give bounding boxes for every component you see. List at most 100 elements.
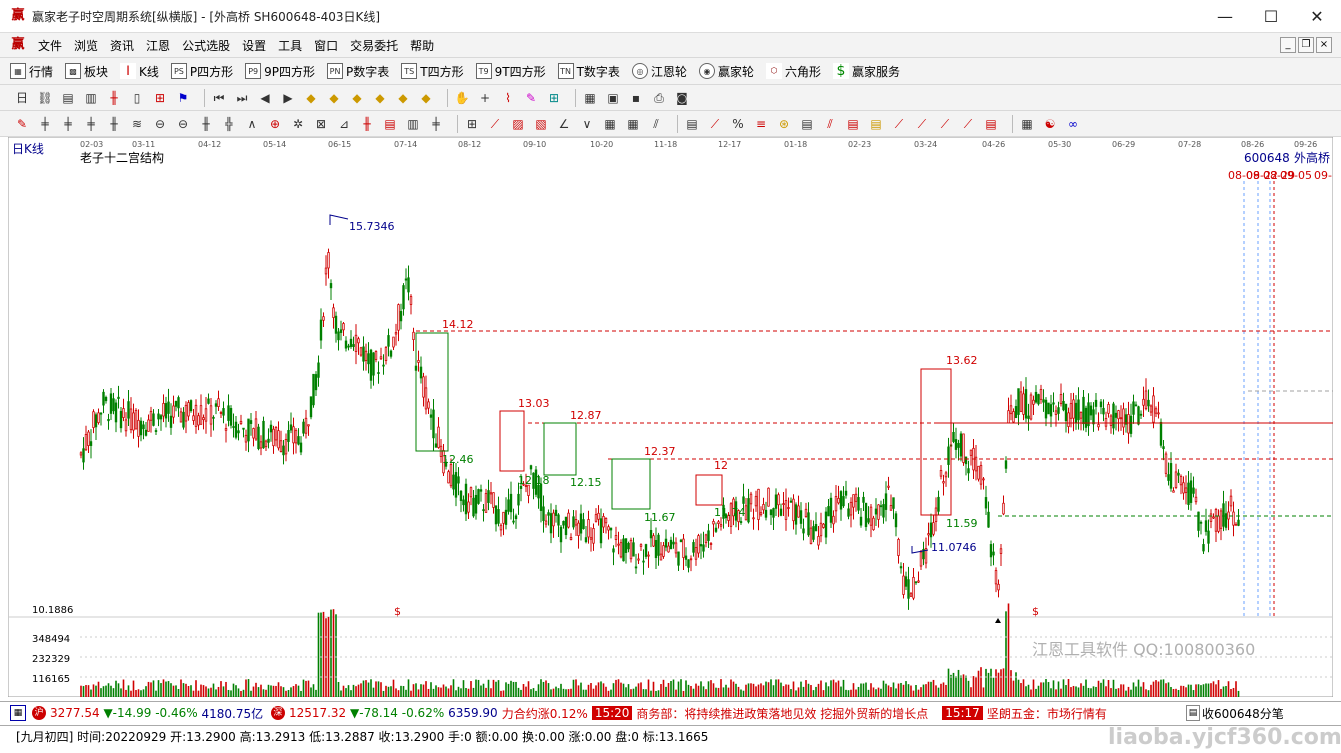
diamond-3-icon[interactable]: ◆ [349,90,365,106]
hand-icon[interactable]: ✋ [454,90,470,106]
toolbar-quotes-button[interactable]: ▦ 行情 [6,63,53,80]
tool-24-icon[interactable]: ∨ [579,116,595,132]
tool-11-icon[interactable]: ⊕ [267,116,283,132]
mdi-restore-button[interactable]: ❐ [1298,37,1314,53]
tool-10-icon[interactable]: ∧ [244,116,260,132]
first-icon[interactable]: ⏮ [211,90,227,106]
toolbar-sector-button[interactable]: ▩ 板块 [61,63,108,80]
tool-22-icon[interactable]: ▧ [533,116,549,132]
tool-17-icon[interactable]: ▥ [405,116,421,132]
tool-3-icon[interactable]: ╪ [83,116,99,132]
tool-32-icon[interactable]: ▤ [799,116,815,132]
tool-6-icon[interactable]: ⊖ [152,116,168,132]
menu-settings[interactable]: 设置 [236,37,272,54]
tool-16-icon[interactable]: ▤ [382,116,398,132]
tool-25-icon[interactable]: ▦ [602,116,618,132]
chain-icon[interactable]: ⛓ [37,90,53,106]
tool-31-icon[interactable]: ⊛ [776,116,792,132]
camera-icon[interactable]: ◙ [674,90,690,106]
print-icon[interactable]: ⎙ [651,90,667,106]
kline-chart[interactable]: 日K线 老子十二宫结构 600648 外高桥 02-03 03-11 04-12 05-14 0… [7,136,1334,698]
minimize-button[interactable]: — [1202,0,1248,32]
menu-help[interactable]: 帮助 [404,37,440,54]
close-button[interactable]: ✕ [1294,0,1340,32]
tool-5-icon[interactable]: ≋ [129,116,145,132]
document-icon[interactable]: ▤ [60,90,76,106]
maximize-button[interactable]: ☐ [1248,0,1294,32]
toolbar-hexagon-button[interactable]: ⬡ 六角形 [762,63,821,80]
tool-40-icon[interactable]: ▤ [983,116,999,132]
menu-info[interactable]: 资讯 [104,37,140,54]
back-icon[interactable]: ◀ [257,90,273,106]
tool-4-icon[interactable]: ╫ [106,116,122,132]
tool-28-icon[interactable]: ▤ [684,116,700,132]
toolbar-ttable-button[interactable]: TN T数字表 [554,63,620,80]
diamond-5-icon[interactable]: ◆ [395,90,411,106]
tool-29-icon[interactable]: ⟋ [707,116,723,132]
diamond-4-icon[interactable]: ◆ [372,90,388,106]
menu-gann[interactable]: 江恩 [140,37,176,54]
toolbar-9tsquare-button[interactable]: T9 9T四方形 [472,63,546,80]
calculator-icon[interactable]: ▣ [605,90,621,106]
news-item-2[interactable]: 商务部：将持续推进政策落地见效 挖掘外贸新的增长点 [636,705,928,722]
tool-21-icon[interactable]: ▨ [510,116,526,132]
grid-icon[interactable]: ⊞ [546,90,562,106]
news-item-3[interactable]: 坚朗五金：市场行情有 [987,705,1107,722]
tool-36-icon[interactable]: ⟋ [891,116,907,132]
period-select-icon[interactable]: 日 [14,90,30,106]
tool-34-icon[interactable]: ▤ [845,116,861,132]
menu-tools[interactable]: 工具 [272,37,308,54]
tool-1-icon[interactable]: ╪ [37,116,53,132]
save-icon[interactable]: ▪ [628,90,644,106]
single-candle-icon[interactable]: ▯ [129,90,145,106]
zigzag-icon[interactable]: ⌇ [500,90,516,106]
fibonacci-icon[interactable]: ⊞ [152,90,168,106]
tool-20-icon[interactable]: ⟋ [487,116,503,132]
diamond-6-icon[interactable]: ◆ [418,90,434,106]
tool-2-icon[interactable]: ╪ [60,116,76,132]
tool-19-icon[interactable]: ⊞ [464,116,480,132]
toolbar-tsquare-button[interactable]: TS T四方形 [397,63,464,80]
tag-icon[interactable]: ✎ [523,90,539,106]
toolbar-gannwheel-button[interactable]: ◎ 江恩轮 [628,63,687,80]
menu-formula[interactable]: 公式选股 [176,37,236,54]
toolbar-kline-button[interactable]: ┃ K线 [116,63,159,80]
tool-35-icon[interactable]: ▤ [868,116,884,132]
bar-chart-icon[interactable]: ▥ [83,90,99,106]
tool-13-icon[interactable]: ⊠ [313,116,329,132]
tool-26-icon[interactable]: ▦ [625,116,641,132]
infinity-icon[interactable]: ∞ [1065,116,1081,132]
tool-23-icon[interactable]: ∠ [556,116,572,132]
tool-18-icon[interactable]: ╪ [428,116,444,132]
tool-9-icon[interactable]: ╬ [221,116,237,132]
tool-39-icon[interactable]: ⟋ [960,116,976,132]
menu-trade[interactable]: 交易委托 [344,37,404,54]
diamond-2-icon[interactable]: ◆ [326,90,342,106]
tool-12-icon[interactable]: ✲ [290,116,306,132]
last-icon[interactable]: ⏭ [234,90,250,106]
ticker-menu-icon[interactable]: ▦ [10,705,26,721]
mdi-minimize-button[interactable]: _ [1280,37,1296,53]
toolbar-service-button[interactable]: $ 赢家服务 [829,63,900,80]
menu-window[interactable]: 窗口 [308,37,344,54]
crosshair-icon[interactable]: + [477,90,493,106]
tool-30-icon[interactable]: ≡ [753,116,769,132]
tool-38-icon[interactable]: ⟋ [937,116,953,132]
tick-detail-label[interactable]: 收600648分笔 [1202,705,1284,722]
news-item-1[interactable]: 力合约涨0.12% [502,705,588,722]
calendar-icon[interactable]: ▦ [582,90,598,106]
tool-33-icon[interactable]: ⫽ [822,116,838,132]
tool-27-icon[interactable]: ⫽ [648,116,664,132]
toolbar-9psquare-button[interactable]: P9 9P四方形 [241,63,315,80]
tool-14-icon[interactable]: ⊿ [336,116,352,132]
menu-file[interactable]: 文件 [32,37,68,54]
pen-icon[interactable]: ✎ [14,116,30,132]
forward-icon[interactable]: ▶ [280,90,296,106]
tool-37-icon[interactable]: ⟋ [914,116,930,132]
toolbar-ptable-button[interactable]: PN P数字表 [323,63,389,80]
toolbar-psquare-button[interactable]: PS P四方形 [167,63,233,80]
mdi-close-button[interactable]: × [1316,37,1332,53]
tool-7-icon[interactable]: ⊖ [175,116,191,132]
yinyang-icon[interactable]: ☯ [1042,116,1058,132]
candles-icon[interactable]: ╫ [106,90,122,106]
